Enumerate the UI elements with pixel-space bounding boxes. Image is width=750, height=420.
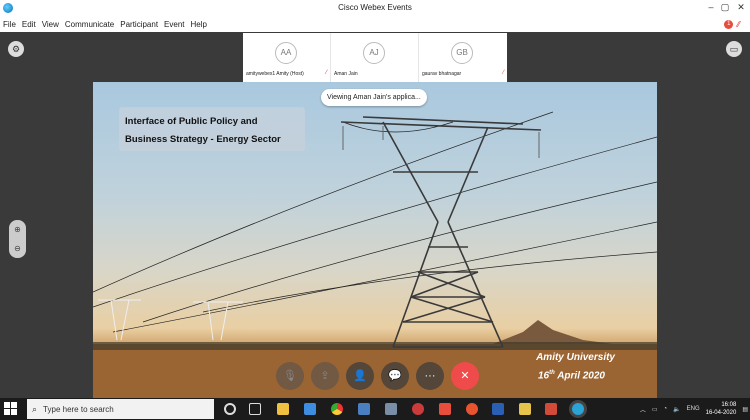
app-icon[interactable] xyxy=(412,403,424,415)
menu-bar: File Edit View Communicate Participant E… xyxy=(0,17,750,32)
shared-content-stage: Interface of Public Policy and Business … xyxy=(0,82,750,398)
opera-icon[interactable] xyxy=(466,403,478,415)
task-view-icon[interactable] xyxy=(249,403,261,415)
search-icon: ⌕ xyxy=(32,403,38,414)
search-placeholder: Type here to search xyxy=(43,404,114,414)
layout-icon[interactable]: ▭ xyxy=(726,41,742,57)
clock-time: 16:08 xyxy=(721,402,737,408)
chat-icon[interactable]: 💬 xyxy=(381,362,409,390)
slide-organization: Amity University xyxy=(536,352,615,363)
participant-tile[interactable]: AA amitywebex1 Amity (Host) ⁄ xyxy=(243,33,331,82)
slide-date: 16th April 2020 xyxy=(538,370,605,381)
file-explorer-icon[interactable] xyxy=(519,403,531,415)
participant-name: amitywebex1 Amity (Host) xyxy=(246,71,304,77)
menu-edit[interactable]: Edit xyxy=(22,20,36,29)
window-titlebar: Cisco Webex Events – ▢ ✕ xyxy=(0,0,750,17)
muted-mic-icon: ⁄ xyxy=(502,70,504,76)
menu-event[interactable]: Event xyxy=(164,20,184,29)
maximize-button[interactable]: ▢ xyxy=(718,2,732,13)
avatar: AJ xyxy=(363,42,385,64)
shared-slide: Interface of Public Policy and Business … xyxy=(93,82,657,398)
participants-icon[interactable]: 👤 xyxy=(346,362,374,390)
acrobat-icon[interactable] xyxy=(545,403,557,415)
avatar: GB xyxy=(451,42,473,64)
slide-title-line2: Business Strategy - Energy Sector xyxy=(125,134,281,145)
windows-taskbar: ⌕ Type here to search ︿ ▭ ◔ 🔈 ENG 16:08 … xyxy=(0,398,750,420)
menu-participant[interactable]: Participant xyxy=(120,20,158,29)
settings-gear-icon[interactable]: ⚙ xyxy=(8,41,24,57)
windows-start-icon[interactable] xyxy=(4,402,18,416)
menu-communicate[interactable]: Communicate xyxy=(65,20,114,29)
zoom-out-icon[interactable]: ⊖ xyxy=(9,239,26,258)
network-icon[interactable]: ◔ xyxy=(664,406,668,412)
app-icon[interactable] xyxy=(358,403,370,415)
slide-date-rest: April 2020 xyxy=(554,370,605,382)
zoom-controls: ⊕ ⊖ xyxy=(9,220,26,258)
participant-strip: AA amitywebex1 Amity (Host) ⁄ AJ Aman Ja… xyxy=(243,33,507,82)
clock[interactable]: 16:08 16-04-2020 xyxy=(706,401,737,417)
notifications-icon[interactable]: ▤ xyxy=(742,406,748,413)
taskbar-search-input[interactable]: ⌕ Type here to search xyxy=(27,399,214,419)
battery-icon[interactable]: ▭ xyxy=(652,406,658,413)
menu-view[interactable]: View xyxy=(42,20,59,29)
mic-icon[interactable]: 🎙 xyxy=(276,362,304,390)
cortana-icon[interactable] xyxy=(224,403,236,415)
muted-mic-icon: ⁄ xyxy=(325,70,327,76)
store-icon[interactable] xyxy=(277,403,289,415)
language-indicator[interactable]: ENG xyxy=(687,406,700,412)
webex-taskbar-icon[interactable] xyxy=(572,403,584,415)
app-icon[interactable] xyxy=(439,403,451,415)
more-icon[interactable]: ··· xyxy=(416,362,444,390)
clock-date: 16-04-2020 xyxy=(705,410,737,416)
share-icon[interactable]: ⇪ xyxy=(311,362,339,390)
participant-name: gaurav bhatnagar xyxy=(422,71,462,77)
volume-icon[interactable]: 🔈 xyxy=(673,406,680,413)
participant-name: Aman Jain xyxy=(334,71,358,77)
participant-tile[interactable]: AJ Aman Jain xyxy=(331,33,419,82)
zoom-in-icon[interactable]: ⊕ xyxy=(9,220,26,239)
app-icon[interactable] xyxy=(385,403,397,415)
participant-tile[interactable]: GB gaurav bhatnagar ⁄ xyxy=(419,33,507,82)
slide-title-box: Interface of Public Policy and Business … xyxy=(119,107,305,151)
minimize-button[interactable]: – xyxy=(704,2,718,12)
muted-mic-icon[interactable]: ⁄⁄ xyxy=(737,20,740,29)
menu-file[interactable]: File xyxy=(3,20,16,29)
chevron-up-icon[interactable]: ︿ xyxy=(640,405,646,414)
word-icon[interactable] xyxy=(492,403,504,415)
end-icon[interactable]: ✕ xyxy=(451,362,479,390)
notification-badge[interactable]: 1 xyxy=(724,20,734,29)
slide-title-line1: Interface of Public Policy and xyxy=(125,116,258,127)
sharing-notice[interactable]: Viewing Aman Jain's applica... xyxy=(321,89,427,106)
avatar: AA xyxy=(275,42,297,64)
slide-date-day: 16 xyxy=(537,370,550,382)
meeting-controls: 🎙 ⇪ 👤 💬 ··· ✕ xyxy=(276,362,479,390)
edge-icon[interactable] xyxy=(304,403,316,415)
window-title: Cisco Webex Events xyxy=(338,3,412,12)
menu-help[interactable]: Help xyxy=(191,20,207,29)
system-tray: ︿ ▭ ◔ 🔈 ENG 16:08 16-04-2020 ▤ xyxy=(640,401,748,417)
close-button[interactable]: ✕ xyxy=(734,2,748,13)
chrome-icon[interactable] xyxy=(331,403,343,415)
